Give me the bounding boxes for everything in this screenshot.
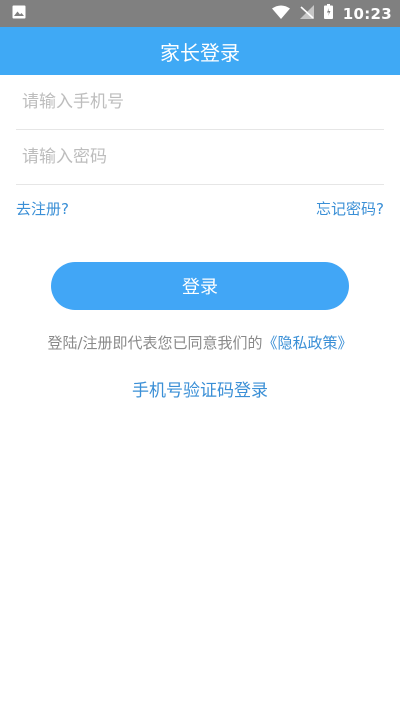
- agreement-prefix: 登陆/注册即代表您已同意我们的: [47, 334, 263, 352]
- agreement-text: 登陆/注册即代表您已同意我们的《隐私政策》: [0, 332, 400, 353]
- wifi-icon: [271, 4, 290, 23]
- password-field[interactable]: [16, 130, 384, 185]
- forgot-password-link[interactable]: 忘记密码?: [316, 198, 384, 219]
- status-left: [12, 4, 26, 23]
- register-link[interactable]: 去注册?: [16, 198, 69, 219]
- privacy-policy-link[interactable]: 《隐私政策》: [263, 334, 353, 352]
- page-title: 家长登录: [160, 40, 240, 65]
- phone-input[interactable]: [16, 92, 384, 112]
- image-icon: [12, 4, 26, 23]
- phone-field[interactable]: [16, 75, 384, 130]
- login-button[interactable]: 登录: [51, 262, 349, 310]
- signal-off-icon: [299, 4, 314, 23]
- status-time: 10:23: [342, 4, 392, 23]
- app-bar: 家长登录: [0, 27, 400, 75]
- password-input[interactable]: [16, 147, 384, 167]
- sms-login-link[interactable]: 手机号验证码登录: [0, 376, 400, 401]
- battery-icon: [323, 4, 333, 23]
- status-bar: 10:23: [0, 0, 400, 27]
- status-right: 10:23: [271, 4, 392, 23]
